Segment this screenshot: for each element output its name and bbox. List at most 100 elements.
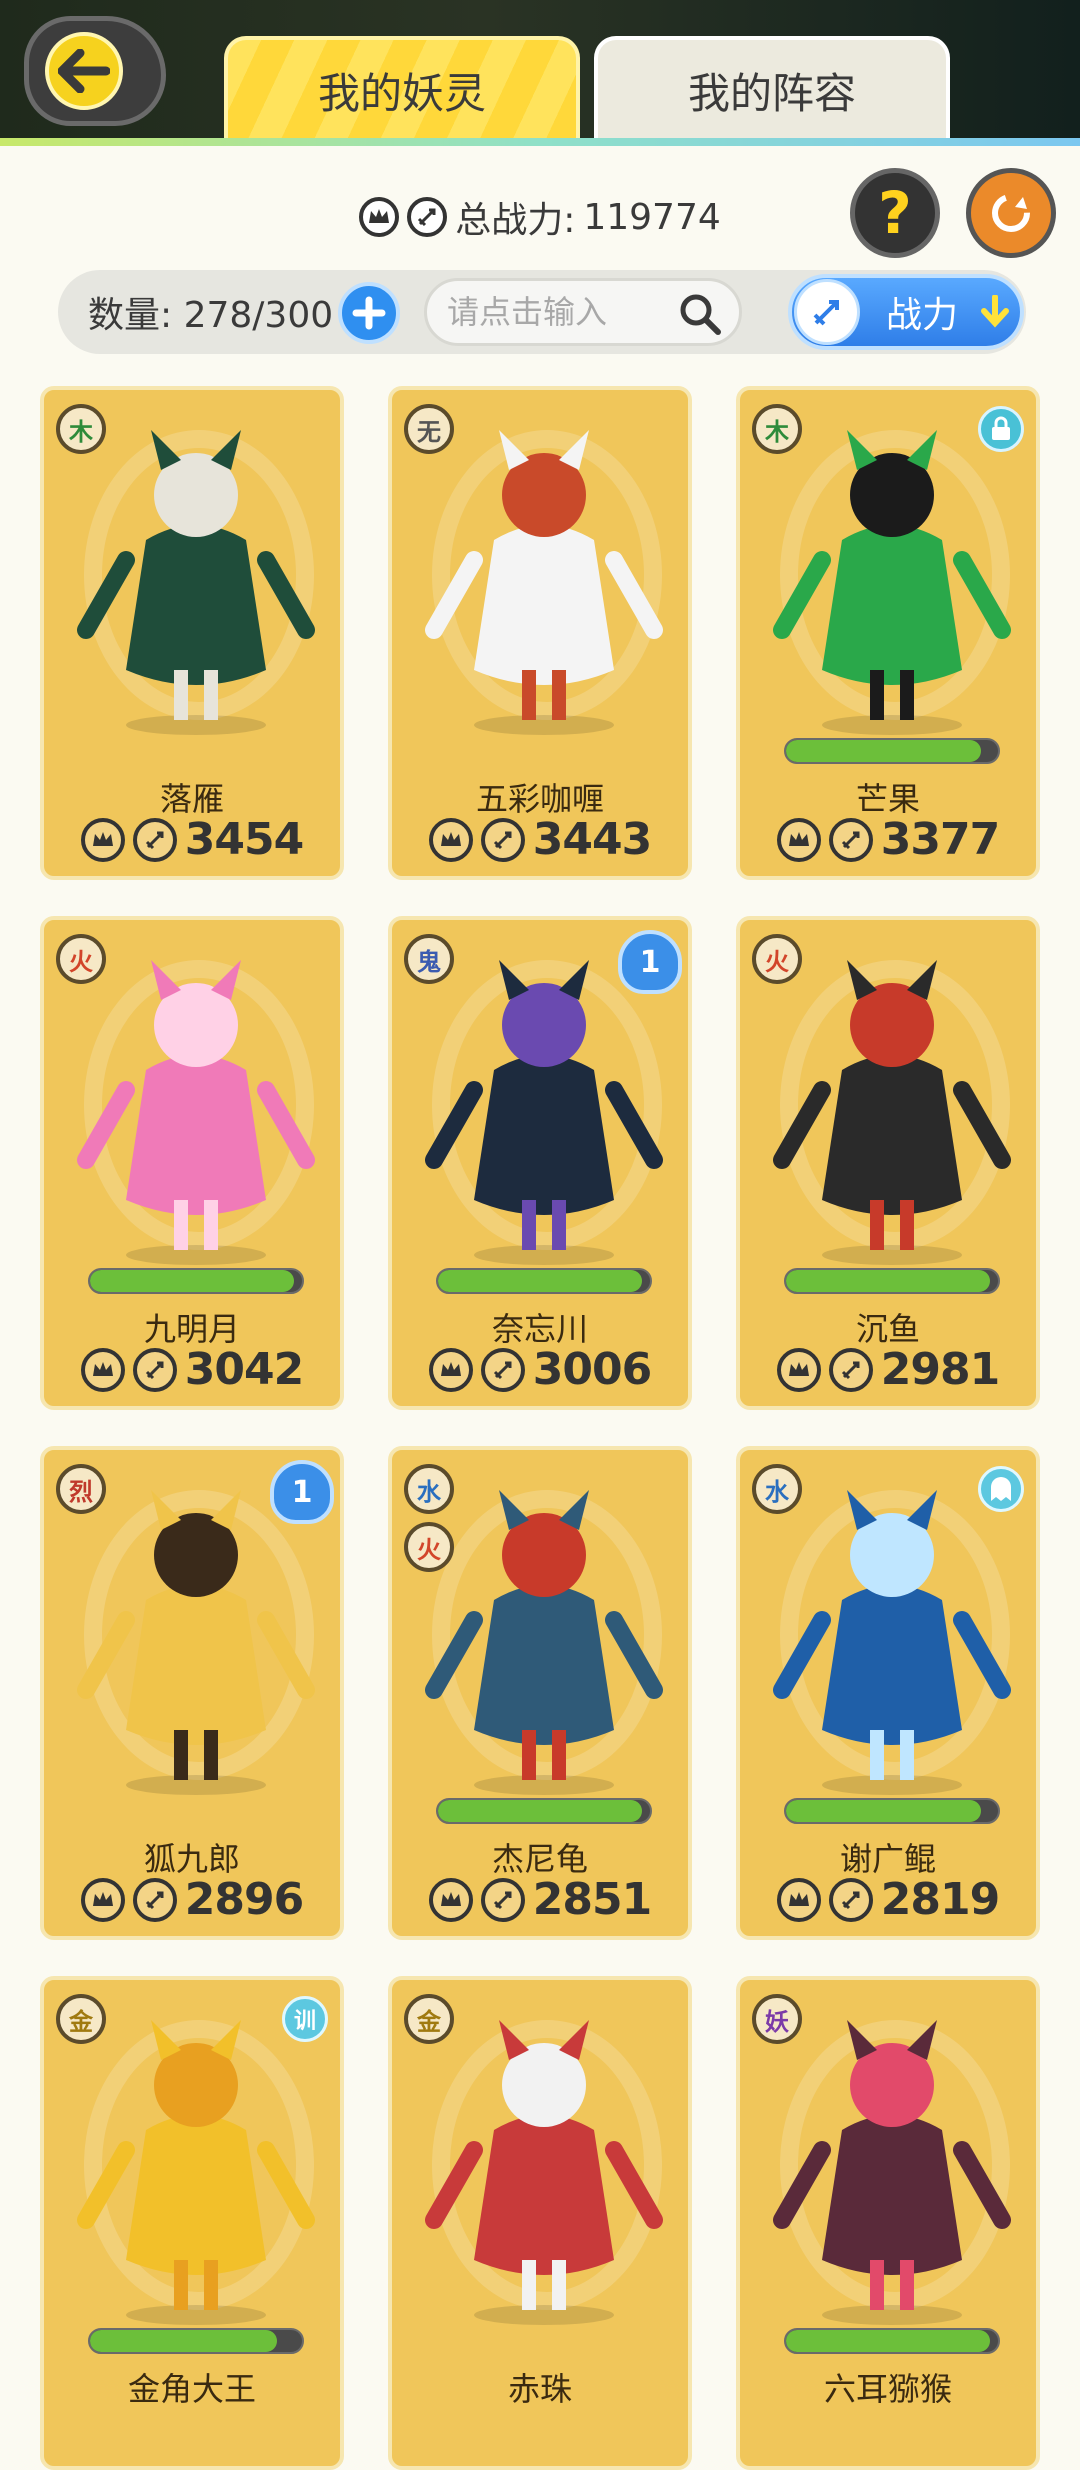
spirit-name: 六耳猕猴 bbox=[823, 2370, 952, 2408]
refresh-icon bbox=[992, 194, 1030, 232]
power-value: 3042 bbox=[184, 1344, 304, 1395]
exp-bar bbox=[436, 1798, 652, 1824]
spirit-card[interactable]: 烈 1 狐九郎 2896 bbox=[40, 1446, 344, 1940]
crown-icon bbox=[776, 1347, 821, 1392]
sword-icon bbox=[794, 279, 860, 345]
power-value: 3377 bbox=[880, 814, 1000, 865]
sword-icon bbox=[132, 1347, 177, 1392]
power-value: 3443 bbox=[532, 814, 652, 865]
search-field[interactable] bbox=[424, 278, 742, 346]
exp-bar bbox=[436, 1268, 652, 1294]
spirit-card[interactable]: 金赤珠 bbox=[388, 1976, 692, 2470]
tab-my-lineup[interactable]: 我的阵容 bbox=[594, 36, 950, 140]
spirit-portrait bbox=[66, 410, 326, 740]
spirit-portrait bbox=[762, 410, 1022, 740]
spirit-count: 数量: 278/300 bbox=[88, 295, 334, 336]
crown-icon bbox=[428, 1347, 473, 1392]
spirit-name: 赤珠 bbox=[507, 2370, 572, 2408]
exp-bar bbox=[88, 1268, 304, 1294]
back-arrow-icon bbox=[45, 32, 123, 110]
spirit-card[interactable]: 木落雁 3454 bbox=[40, 386, 344, 880]
spirit-power: 2896 bbox=[44, 1874, 340, 1925]
arrow-down-icon bbox=[981, 295, 1010, 328]
sword-icon bbox=[480, 1877, 525, 1922]
sword-icon bbox=[132, 1877, 177, 1922]
refresh-button[interactable] bbox=[966, 168, 1056, 258]
sword-icon bbox=[828, 1347, 873, 1392]
spirit-card[interactable]: 木芒果 3377 bbox=[736, 386, 1040, 880]
spirit-portrait bbox=[414, 2000, 674, 2330]
power-value: 3006 bbox=[532, 1344, 652, 1395]
total-power-label: 总战力: bbox=[455, 200, 576, 241]
spirit-portrait bbox=[762, 1470, 1022, 1800]
crown-icon bbox=[80, 1347, 125, 1392]
spirit-portrait bbox=[762, 2000, 1022, 2330]
filter-bar: 数量: 278/300 战力 bbox=[58, 270, 1026, 354]
power-value: 2896 bbox=[184, 1874, 304, 1925]
add-capacity-button[interactable] bbox=[338, 282, 400, 344]
plus-icon bbox=[352, 296, 386, 330]
power-value: 2981 bbox=[880, 1344, 1000, 1395]
crown-icon bbox=[428, 1877, 473, 1922]
spirit-portrait bbox=[66, 940, 326, 1270]
power-value: 3454 bbox=[184, 814, 304, 865]
sword-icon bbox=[828, 1877, 873, 1922]
spirit-card[interactable]: 火九明月 3042 bbox=[40, 916, 344, 1410]
power-value: 2851 bbox=[532, 1874, 652, 1925]
spirit-portrait bbox=[414, 1470, 674, 1800]
spirit-power: 3443 bbox=[392, 814, 688, 865]
spirit-card[interactable]: 妖六耳猕猴 bbox=[736, 1976, 1040, 2470]
exp-bar-fill bbox=[786, 740, 982, 762]
back-button[interactable] bbox=[24, 16, 166, 126]
search-input[interactable] bbox=[445, 292, 669, 332]
spirit-card[interactable]: 水谢广鲲 2819 bbox=[736, 1446, 1040, 1940]
exp-bar-fill bbox=[786, 1800, 982, 1822]
exp-bar bbox=[88, 2328, 304, 2354]
top-bar: 我的妖灵 我的阵容 bbox=[0, 0, 1080, 146]
exp-bar bbox=[784, 1268, 1000, 1294]
crown-icon bbox=[359, 197, 400, 237]
exp-bar-fill bbox=[786, 1270, 990, 1292]
crown-icon bbox=[776, 817, 821, 862]
search-icon[interactable] bbox=[677, 291, 723, 337]
sword-icon bbox=[480, 817, 525, 862]
spirit-power: 3377 bbox=[740, 814, 1036, 865]
spirit-power: 3006 bbox=[392, 1344, 688, 1395]
spirit-card[interactable]: 金训金角大王 bbox=[40, 1976, 344, 2470]
sort-label: 战力 bbox=[886, 295, 959, 336]
sort-by-power-button[interactable]: 战力 bbox=[788, 274, 1024, 350]
power-value: 2819 bbox=[880, 1874, 1000, 1925]
spirit-portrait bbox=[66, 2000, 326, 2330]
spirit-card[interactable]: 水火杰尼龟 2851 bbox=[388, 1446, 692, 1940]
exp-bar-fill bbox=[90, 2330, 277, 2352]
spirit-power: 2851 bbox=[392, 1874, 688, 1925]
sword-icon bbox=[132, 817, 177, 862]
spirit-portrait bbox=[762, 940, 1022, 1270]
help-button[interactable]: ? bbox=[850, 168, 940, 258]
spirit-card[interactable]: 无五彩咖喱 3443 bbox=[388, 386, 692, 880]
spirit-portrait bbox=[66, 1470, 326, 1800]
spirit-grid: 木落雁 3454 无五彩咖喱 3443 木芒果 3377 火九明月 3042 鬼 1 奈忘川 3006… bbox=[40, 386, 1040, 2470]
spirit-card[interactable]: 鬼 1 奈忘川 3006 bbox=[388, 916, 692, 1410]
spirit-power: 2981 bbox=[740, 1344, 1036, 1395]
spirit-power: 3454 bbox=[44, 814, 340, 865]
crown-icon bbox=[428, 817, 473, 862]
exp-bar bbox=[784, 2328, 1000, 2354]
spirit-power: 3042 bbox=[44, 1344, 340, 1395]
crown-icon bbox=[80, 1877, 125, 1922]
exp-bar-fill bbox=[90, 1270, 294, 1292]
sword-icon bbox=[480, 1347, 525, 1392]
spirit-portrait bbox=[414, 410, 674, 740]
exp-bar-fill bbox=[438, 1800, 642, 1822]
spirit-portrait bbox=[414, 940, 674, 1270]
sword-icon bbox=[828, 817, 873, 862]
total-power-value: 119774 bbox=[583, 196, 721, 238]
crown-icon bbox=[776, 1877, 821, 1922]
spirit-power: 2819 bbox=[740, 1874, 1036, 1925]
crown-icon bbox=[80, 817, 125, 862]
exp-bar-fill bbox=[438, 1270, 642, 1292]
exp-bar-fill bbox=[786, 2330, 990, 2352]
spirit-card[interactable]: 火沉鱼 2981 bbox=[736, 916, 1040, 1410]
tab-my-spirits[interactable]: 我的妖灵 bbox=[224, 36, 580, 140]
exp-bar bbox=[784, 738, 1000, 764]
